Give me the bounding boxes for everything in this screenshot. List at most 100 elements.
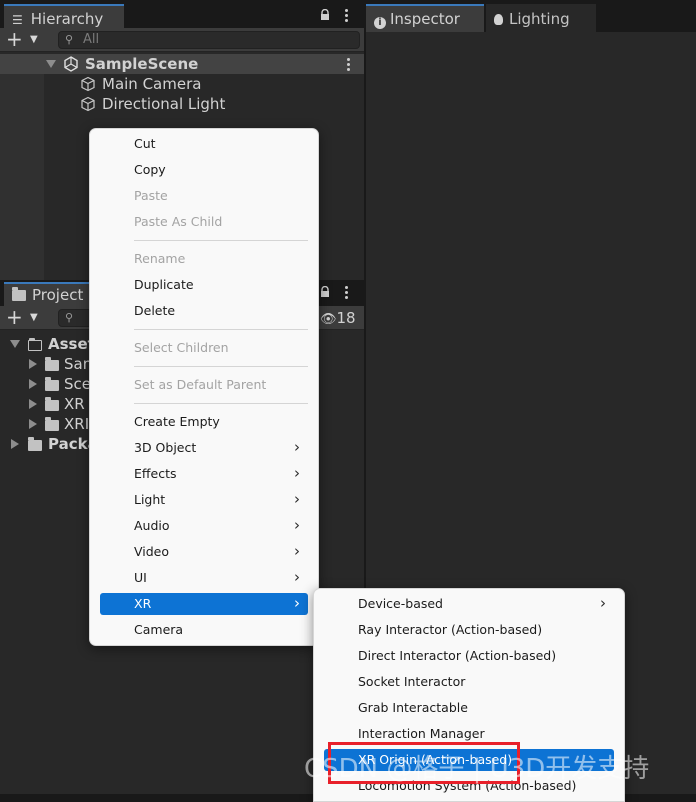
menu-item-set-default-parent: Set as Default Parent: [100, 374, 308, 396]
menu-item-label: Device-based: [358, 596, 443, 611]
hidden-count: 18: [336, 309, 356, 327]
context-menu: Cut Copy Paste Paste As Child Rename Dup…: [89, 128, 319, 646]
eye-slash-icon: 👁: [320, 312, 337, 327]
fold-expanded-icon[interactable]: [46, 60, 56, 68]
menu-item-xr[interactable]: XR ›: [100, 593, 308, 615]
scene-row[interactable]: SampleScene: [0, 54, 364, 74]
create-button[interactable]: + ▼: [6, 29, 46, 51]
menu-item-grab-interactable[interactable]: Grab Interactable: [324, 697, 614, 719]
menu-item-camera[interactable]: Camera: [100, 619, 308, 641]
search-icon: ⚲: [65, 311, 74, 324]
fold-collapsed-icon[interactable]: [29, 419, 37, 429]
menu-item-cut[interactable]: Cut: [100, 133, 308, 155]
menu-item-label: Light: [134, 492, 166, 507]
menu-item-label: Cut: [134, 136, 156, 151]
search-placeholder: All: [83, 32, 100, 47]
menu-item-audio[interactable]: Audio ›: [100, 515, 308, 537]
tab-inspector[interactable]: i Inspector: [366, 4, 484, 32]
menu-item-label: Effects: [134, 466, 177, 481]
menu-separator: [134, 240, 308, 241]
menu-separator: [134, 366, 308, 367]
inspector-tab-label: Inspector: [390, 10, 460, 28]
lock-icon[interactable]: [319, 286, 331, 298]
menu-item-label: Grab Interactable: [358, 700, 468, 715]
menu-item-video[interactable]: Video ›: [100, 541, 308, 563]
menu-item-label: Paste As Child: [134, 214, 223, 229]
menu-item-label: Delete: [134, 303, 176, 318]
chevron-right-icon: ›: [294, 568, 300, 586]
scene-options-icon[interactable]: [345, 57, 351, 73]
menu-item-paste-as-child: Paste As Child: [100, 211, 308, 233]
tree-item-label: XR: [64, 395, 85, 413]
create-button[interactable]: + ▼: [6, 307, 46, 329]
menu-item-label: Select Children: [134, 340, 229, 355]
light-bulb-icon: [494, 14, 503, 25]
chevron-right-icon: ›: [294, 464, 300, 482]
scene-name: SampleScene: [85, 55, 199, 73]
menu-item-label: Direct Interactor (Action-based): [358, 648, 557, 663]
menu-item-ui[interactable]: UI ›: [100, 567, 308, 589]
fold-collapsed-icon[interactable]: [29, 359, 37, 369]
menu-item-label: Copy: [134, 162, 166, 177]
menu-item-duplicate[interactable]: Duplicate: [100, 274, 308, 296]
menu-item-rename: Rename: [100, 248, 308, 270]
more-options-icon[interactable]: [343, 285, 349, 301]
menu-item-label: Ray Interactor (Action-based): [358, 622, 543, 637]
menu-item-device-based[interactable]: Device-based ›: [324, 593, 614, 615]
plus-icon: +: [6, 305, 23, 329]
hierarchy-search-input[interactable]: ⚲ All: [58, 31, 360, 49]
folder-icon: [45, 377, 59, 391]
chevron-right-icon: ›: [294, 490, 300, 508]
menu-item-ray-interactor[interactable]: Ray Interactor (Action-based): [324, 619, 614, 641]
menu-item-3d-object[interactable]: 3D Object ›: [100, 437, 308, 459]
menu-item-label: Set as Default Parent: [134, 377, 267, 392]
fold-collapsed-icon[interactable]: [29, 379, 37, 389]
menu-item-light[interactable]: Light ›: [100, 489, 308, 511]
menu-item-paste: Paste: [100, 185, 308, 207]
more-options-icon[interactable]: [343, 8, 349, 24]
menu-item-direct-interactor[interactable]: Direct Interactor (Action-based): [324, 645, 614, 667]
menu-item-label: UI: [134, 570, 147, 585]
fold-expanded-icon[interactable]: [10, 340, 20, 348]
plus-icon: +: [6, 27, 23, 51]
hierarchy-toolbar: + ▼ ⚲ All: [0, 28, 364, 52]
fold-collapsed-icon[interactable]: [29, 399, 37, 409]
menu-item-delete[interactable]: Delete: [100, 300, 308, 322]
hidden-packages-toggle[interactable]: 👁18: [320, 308, 356, 328]
hierarchy-tab-label: Hierarchy: [30, 10, 104, 28]
folder-icon: [28, 437, 42, 451]
hierarchy-item[interactable]: Directional Light: [44, 94, 364, 114]
gameobject-cube-icon: [81, 96, 95, 112]
menu-item-label: Rename: [134, 251, 186, 266]
menu-item-socket-interactor[interactable]: Socket Interactor: [324, 671, 614, 693]
lock-icon[interactable]: [319, 9, 331, 21]
menu-item-label: Video: [134, 544, 170, 559]
inspector-tab-bar: i Inspector Lighting: [366, 0, 696, 32]
tab-lighting[interactable]: Lighting: [486, 4, 596, 32]
menu-item-copy[interactable]: Copy: [100, 159, 308, 181]
menu-item-label: 3D Object: [134, 440, 197, 455]
hierarchy-item-label: Main Camera: [102, 75, 202, 93]
hierarchy-item[interactable]: Main Camera: [44, 74, 364, 94]
menu-item-label: Paste: [134, 188, 168, 203]
chevron-right-icon: ›: [294, 438, 300, 456]
folder-icon: [45, 417, 59, 431]
folder-icon: [45, 357, 59, 371]
lighting-tab-label: Lighting: [509, 10, 570, 28]
menu-item-label: Camera: [134, 622, 184, 637]
menu-item-label: Duplicate: [134, 277, 194, 292]
menu-item-label: Interaction Manager: [358, 726, 485, 741]
chevron-down-icon: ▼: [30, 312, 38, 323]
watermark: CSDN @格子 | U3D开发支持: [304, 754, 650, 784]
chevron-right-icon: ›: [600, 594, 606, 612]
fold-collapsed-icon[interactable]: [11, 439, 19, 449]
chevron-right-icon: ›: [294, 516, 300, 534]
unity-scene-icon: [64, 56, 78, 72]
tree-item-label: XRI: [64, 415, 90, 433]
hierarchy-gutter: [0, 74, 44, 280]
menu-item-effects[interactable]: Effects ›: [100, 463, 308, 485]
project-tab-label: Project: [32, 286, 84, 304]
tree-item-label: Sce: [64, 375, 91, 393]
menu-item-create-empty[interactable]: Create Empty: [100, 411, 308, 433]
menu-item-label: Audio: [134, 518, 170, 533]
